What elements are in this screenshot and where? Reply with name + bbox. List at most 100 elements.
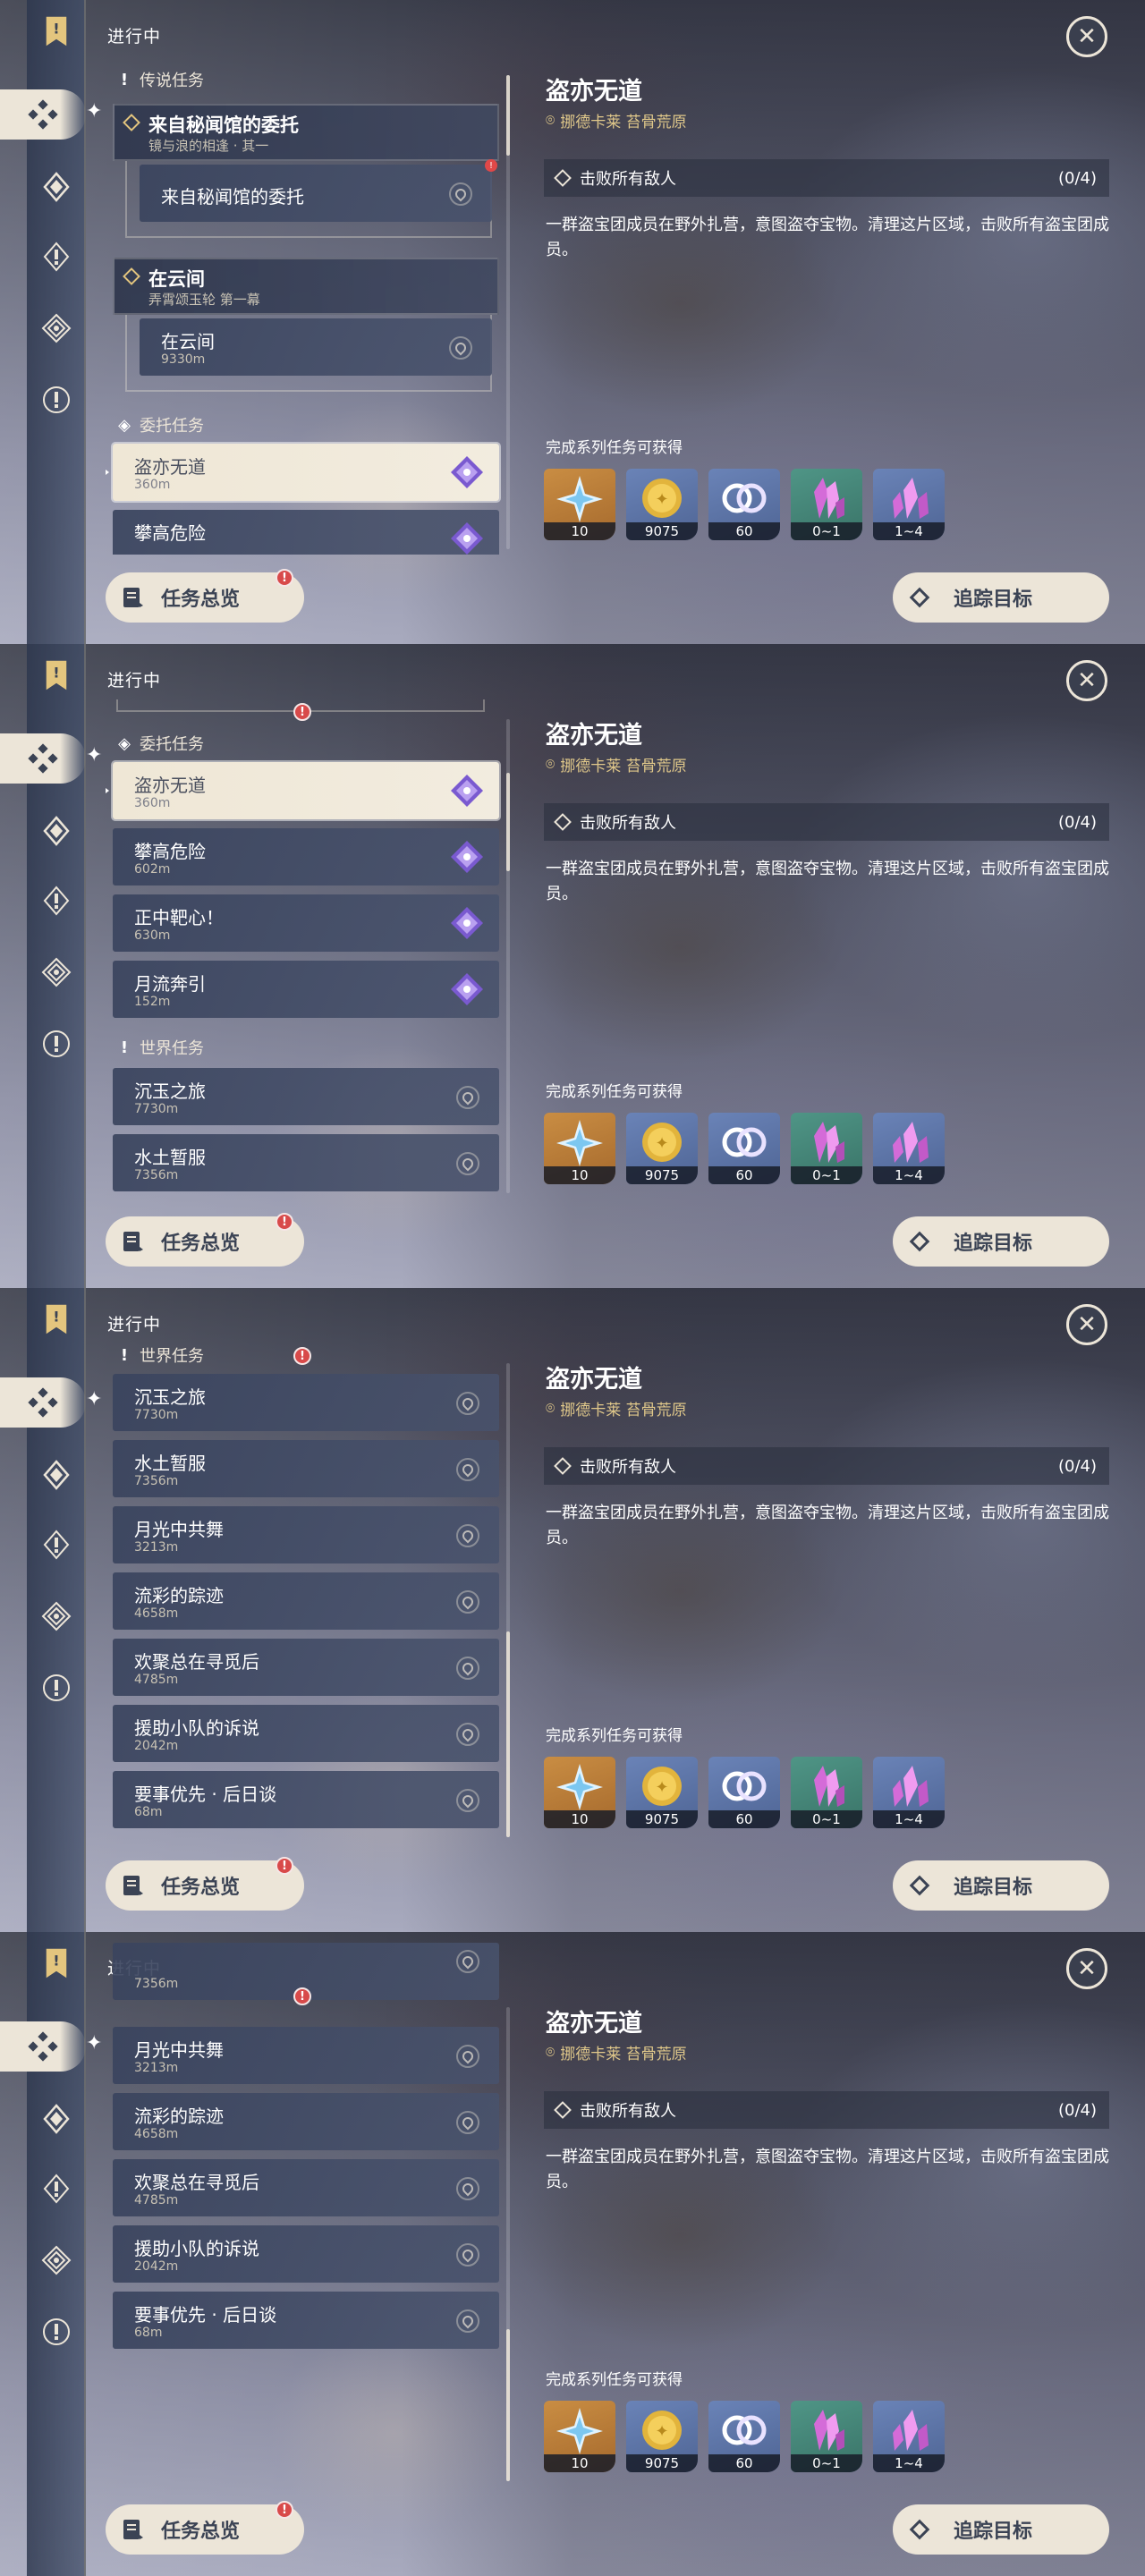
nav-tab-all-quests[interactable] (0, 2021, 86, 2072)
quest-card[interactable]: 流彩的踪迹 4658m (113, 1572, 499, 1630)
map-pin-icon[interactable] (456, 1524, 479, 1547)
nav-tab-all-quests[interactable] (0, 733, 86, 784)
map-pin-icon[interactable] (456, 1458, 479, 1481)
quest-overview-button[interactable]: 任务总览! (106, 2501, 304, 2555)
map-pin-icon[interactable] (449, 182, 472, 206)
nav-tab-all-quests[interactable] (0, 1377, 86, 1428)
quest-list[interactable]: 7356m ! 月光中共舞 3213m 流彩的踪迹 4658m 欢聚总在寻觅后 478… (106, 1932, 501, 2487)
map-pin-icon[interactable] (456, 1789, 479, 1812)
map-pin-icon[interactable] (456, 2111, 479, 2134)
quest-card[interactable]: 援助小队的诉说 2042m (113, 1705, 499, 1762)
nav-tab-world[interactable] (34, 2309, 79, 2354)
quest-card[interactable]: 来自秘闻馆的委托 ! (140, 159, 497, 222)
reward-item[interactable]: 10 (544, 2401, 615, 2472)
nav-tab-world[interactable] (34, 1021, 79, 1066)
map-pin-icon[interactable] (456, 1590, 479, 1614)
map-pin-icon[interactable] (456, 1657, 479, 1680)
reward-item[interactable]: ✦ 9075 (626, 469, 698, 540)
legend-quest-parent[interactable]: 来自秘闻馆的委托 镜与浪的相逢 · 其一 (113, 104, 499, 161)
nav-tab-commission[interactable] (34, 2238, 79, 2283)
nav-tab-world[interactable] (34, 377, 79, 422)
reward-item[interactable]: 10 (544, 1757, 615, 1828)
map-pin-icon[interactable] (456, 1152, 479, 1175)
quest-card[interactable]: 援助小队的诉说 2042m (113, 2225, 499, 2283)
nav-tab-legend[interactable] (34, 1453, 79, 1497)
nav-tab-legend[interactable] (34, 165, 79, 209)
quest-card[interactable]: 月光中共舞 3213m (113, 2027, 499, 2084)
reward-item[interactable]: 10 (544, 469, 615, 540)
quest-card[interactable]: 沉玉之旅 7730m (113, 1374, 499, 1431)
map-pin-icon[interactable] (456, 2243, 479, 2267)
quest-card[interactable]: 要事优先 · 后日谈 68m (113, 1771, 499, 1828)
track-objective-button[interactable]: 追踪目标 (893, 1216, 1109, 1267)
reward-item[interactable]: 0~1 (791, 1113, 862, 1184)
close-button[interactable]: ✕ (1066, 1304, 1107, 1345)
nav-tab-commission[interactable] (34, 1594, 79, 1639)
reward-item[interactable]: 60 (708, 2401, 780, 2472)
quest-card[interactable]: 攀高危险 602m (113, 828, 499, 886)
reward-item[interactable]: 60 (708, 1757, 780, 1828)
map-pin-icon[interactable] (456, 2045, 479, 2068)
scrollbar[interactable] (506, 1363, 510, 1837)
reward-item[interactable]: ✦ 9075 (626, 2401, 698, 2472)
quest-card-selected[interactable]: 盗亦无道 360m (106, 444, 499, 501)
reward-item[interactable]: ✦ 9075 (626, 1113, 698, 1184)
quest-card[interactable]: 水土暂服 7356m (113, 1440, 499, 1497)
reward-item[interactable]: 0~1 (791, 2401, 862, 2472)
reward-item[interactable]: 60 (708, 1113, 780, 1184)
map-pin-icon[interactable] (456, 1086, 479, 1109)
nav-tab-story[interactable] (34, 234, 79, 279)
nav-tab-commission[interactable] (34, 306, 79, 351)
quest-overview-button[interactable]: 任务总览! (106, 1213, 304, 1267)
reward-item[interactable]: ✦ 9075 (626, 1757, 698, 1828)
nav-tab-story[interactable] (34, 2166, 79, 2211)
quest-card[interactable]: 月流奔引 152m (113, 961, 499, 1018)
nav-tab-story[interactable] (34, 1522, 79, 1567)
reward-item[interactable]: 1~4 (873, 1757, 945, 1828)
quest-list[interactable]: ! 传说任务 来自秘闻馆的委托 镜与浪的相逢 · 其一 来自秘闻馆的委托 ! 在云… (106, 0, 501, 555)
quest-overview-button[interactable]: 任务总览! (106, 1857, 304, 1911)
quest-card[interactable]: 正中靶心！ 630m (113, 894, 499, 952)
bookmark-icon[interactable]: ! (34, 1301, 79, 1338)
scrollbar[interactable] (506, 75, 510, 549)
quest-card[interactable]: 流彩的踪迹 4658m (113, 2093, 499, 2150)
map-pin-icon[interactable] (456, 1950, 479, 1973)
quest-card[interactable]: 月光中共舞 3213m (113, 1506, 499, 1563)
map-pin-icon[interactable] (456, 2177, 479, 2200)
quest-overview-button[interactable]: 任务总览! (106, 569, 304, 623)
reward-item[interactable]: 60 (708, 469, 780, 540)
reward-item[interactable]: 0~1 (791, 469, 862, 540)
reward-item[interactable]: 1~4 (873, 2401, 945, 2472)
close-button[interactable]: ✕ (1066, 660, 1107, 701)
scrollbar[interactable] (506, 719, 510, 1193)
nav-tab-legend[interactable] (34, 2097, 79, 2141)
track-objective-button[interactable]: 追踪目标 (893, 572, 1109, 623)
quest-card[interactable]: 欢聚总在寻觅后 4785m (113, 2159, 499, 2216)
quest-list[interactable]: ! ◈ 委托任务 盗亦无道 360m 攀高危险 602m 正中靶心！ 630m 月… (106, 644, 501, 1199)
quest-card[interactable]: 水土暂服 7356m (113, 1134, 499, 1191)
nav-tab-commission[interactable] (34, 950, 79, 995)
legend-quest-parent[interactable]: 在云间 弄霄颂玉轮 第一幕 (113, 258, 499, 315)
map-pin-icon[interactable] (449, 336, 472, 360)
quest-card-selected[interactable]: 盗亦无道 360m (106, 762, 499, 819)
track-objective-button[interactable]: 追踪目标 (893, 2504, 1109, 2555)
quest-card[interactable]: 攀高危险 (113, 510, 499, 555)
quest-list[interactable]: ! 世界任务 ! 沉玉之旅 7730m 水土暂服 7356m 月光中共舞 3213m 流… (106, 1288, 501, 1843)
quest-card[interactable]: 要事优先 · 后日谈 68m (113, 2292, 499, 2349)
scrollbar[interactable] (506, 2007, 510, 2481)
nav-tab-legend[interactable] (34, 809, 79, 853)
nav-tab-all-quests[interactable] (0, 89, 86, 140)
map-pin-icon[interactable] (456, 1723, 479, 1746)
bookmark-icon[interactable]: ! (34, 13, 79, 50)
close-button[interactable]: ✕ (1066, 16, 1107, 57)
quest-card[interactable]: 在云间 9330m (140, 318, 492, 376)
quest-card[interactable]: 沉玉之旅 7730m (113, 1068, 499, 1125)
nav-tab-story[interactable] (34, 878, 79, 923)
nav-tab-world[interactable] (34, 1665, 79, 1710)
reward-item[interactable]: 1~4 (873, 469, 945, 540)
reward-item[interactable]: 10 (544, 1113, 615, 1184)
close-button[interactable]: ✕ (1066, 1948, 1107, 1989)
reward-item[interactable]: 0~1 (791, 1757, 862, 1828)
track-objective-button[interactable]: 追踪目标 (893, 1860, 1109, 1911)
reward-item[interactable]: 1~4 (873, 1113, 945, 1184)
